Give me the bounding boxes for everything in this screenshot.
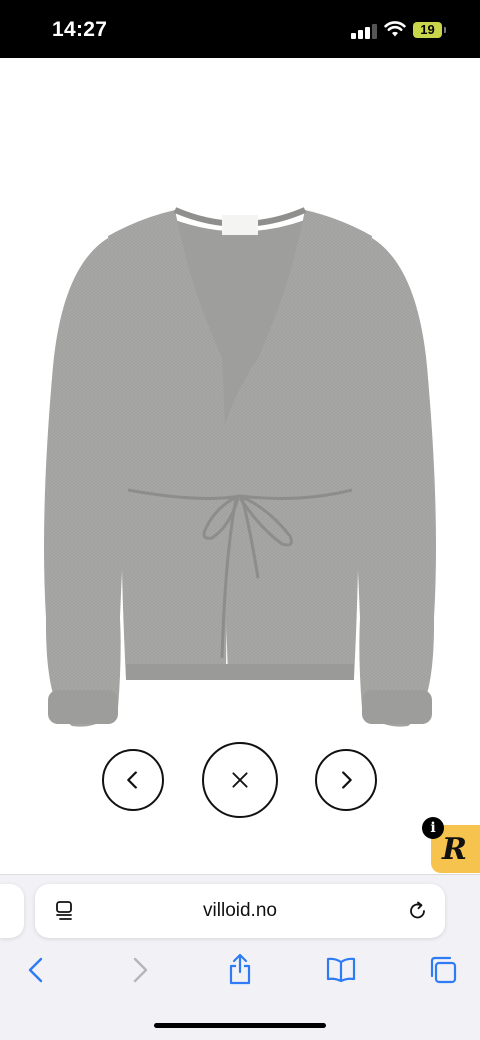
battery-indicator: 19 [413,22,442,38]
product-image[interactable] [0,58,480,748]
wifi-icon [384,21,406,37]
chevron-right-icon [342,771,352,789]
previous-image-button[interactable] [102,749,164,811]
status-bar: 14:27 19 [0,0,480,58]
battery-cap [444,27,446,33]
reload-icon[interactable] [407,900,429,922]
close-icon [232,772,248,788]
chevron-left-icon [127,771,137,789]
cardigan-illustration [44,207,436,727]
cellular-signal-icon [351,23,377,39]
previous-tab-edge[interactable] [0,884,24,938]
address-bar[interactable]: villoid.no [35,884,445,938]
home-indicator [154,1023,326,1028]
close-gallery-button[interactable] [202,742,278,818]
back-icon[interactable] [24,956,48,984]
r-logo-icon: R [442,832,467,867]
info-icon[interactable]: i [422,817,444,839]
status-time: 14:27 [52,18,108,41]
url-text: villoid.no [203,900,277,921]
share-icon[interactable] [226,952,254,986]
next-image-button[interactable] [315,749,377,811]
tabs-icon[interactable] [428,955,458,985]
forward-icon[interactable] [128,956,152,984]
bookmarks-icon[interactable] [325,956,357,984]
